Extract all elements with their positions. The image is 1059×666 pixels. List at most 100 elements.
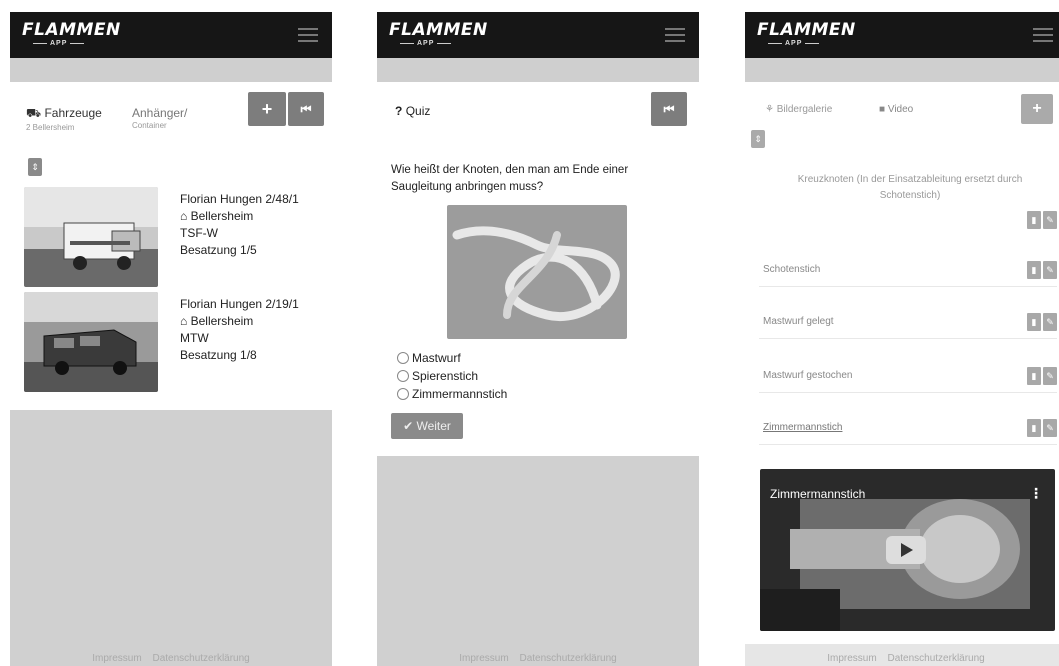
- answer-option[interactable]: Spierenstich: [397, 369, 478, 383]
- edit-icon[interactable]: ✎: [1043, 211, 1057, 229]
- vehicle-location: ⌂ Bellersheim: [180, 313, 299, 330]
- footer-link-imprint[interactable]: Impressum: [459, 653, 508, 664]
- app-logo-sub: APP: [30, 40, 87, 47]
- next-button-label: Weiter: [416, 419, 451, 433]
- knot-image: [447, 205, 627, 339]
- row-actions: ▮ ✎: [1025, 418, 1057, 437]
- list-item-label: Schotenstich: [763, 264, 821, 275]
- list-item[interactable]: Zimmermannstich ▮ ✎: [759, 414, 1057, 445]
- add-button[interactable]: +: [248, 92, 286, 126]
- truck-icon: ⛟: [26, 106, 42, 120]
- vehicle-type: MTW: [180, 331, 209, 345]
- back-button[interactable]: ⏮: [288, 92, 324, 126]
- trash-icon[interactable]: ▮: [1027, 367, 1041, 385]
- tab-vehicles-sublabel: 2 Bellersheim: [26, 123, 75, 132]
- radio-icon[interactable]: [397, 370, 409, 382]
- empty-area: [10, 410, 332, 666]
- vehicle-type: TSF-W: [180, 226, 218, 240]
- knot-description: Kreuzknoten (In der Einsatzableitung ers…: [797, 174, 1023, 201]
- app-logo: FLAMMEN: [22, 20, 121, 40]
- vehicle-name: Florian Hungen 2/48/1: [180, 192, 299, 206]
- tab-video[interactable]: ■ Video: [879, 104, 913, 115]
- edit-icon[interactable]: ✎: [1043, 367, 1057, 385]
- list-item[interactable]: Mastwurf gestochen ▮ ✎: [759, 362, 1057, 393]
- header-band: [10, 58, 332, 82]
- menu-icon[interactable]: [1033, 28, 1053, 42]
- footer-link-privacy[interactable]: Datenschutzerklärung: [152, 653, 249, 664]
- screen-knot-detail: FLAMMEN APP ⚘ Bildergalerie ■ Video + ⇕ …: [745, 12, 1059, 666]
- play-button[interactable]: [886, 536, 926, 564]
- footer: Impressum Datenschutzerklärung: [10, 653, 332, 664]
- vehicle-location-label: Bellersheim: [190, 209, 254, 223]
- question-icon: ?: [395, 104, 403, 118]
- footer-link-privacy[interactable]: Datenschutzerklärung: [887, 653, 984, 664]
- radio-icon[interactable]: [397, 388, 409, 400]
- tab-vehicles-label: Fahrzeuge: [44, 106, 102, 120]
- vehicle-crew: Besatzung 1/8: [180, 348, 257, 362]
- edit-icon[interactable]: ✎: [1043, 419, 1057, 437]
- answer-label: Spierenstich: [412, 369, 479, 383]
- next-button[interactable]: ✔ Weiter: [391, 413, 463, 439]
- home-icon: ⌂: [180, 314, 188, 328]
- row-actions: ▮ ✎: [1025, 210, 1057, 229]
- app-logo: FLAMMEN: [757, 20, 856, 40]
- footer-link-privacy[interactable]: Datenschutzerklärung: [519, 653, 616, 664]
- vehicle-location-label: Bellersheim: [190, 314, 254, 328]
- empty-area: [377, 456, 699, 666]
- video-player[interactable]: Zimmermannstich ⋮: [760, 469, 1055, 631]
- screen-quiz: FLAMMEN APP ? Quiz ⏮ Wie heißt der Knote…: [377, 12, 699, 666]
- radio-icon[interactable]: [397, 352, 409, 364]
- vehicle-crew: Besatzung 1/5: [180, 243, 257, 257]
- answer-option[interactable]: Mastwurf: [397, 351, 461, 365]
- answer-option[interactable]: Zimmermannstich: [397, 387, 507, 401]
- trash-icon[interactable]: ▮: [1027, 419, 1041, 437]
- home-icon: ⌂: [180, 209, 188, 223]
- app-logo-sub: APP: [397, 40, 454, 47]
- tab-trailers-sublabel: Container: [132, 121, 167, 130]
- app-header: FLAMMEN APP: [10, 12, 332, 58]
- row-actions: ▮ ✎: [1025, 260, 1057, 279]
- list-item[interactable]: Mastwurf gelegt ▮ ✎: [759, 308, 1057, 339]
- video-title: Zimmermannstich: [770, 487, 866, 501]
- trash-icon[interactable]: ▮: [1027, 211, 1041, 229]
- play-icon: [901, 543, 913, 557]
- menu-icon[interactable]: [665, 28, 685, 42]
- footer-link-imprint[interactable]: Impressum: [827, 653, 876, 664]
- row-actions: ▮ ✎: [1025, 312, 1057, 331]
- vehicle-info: Florian Hungen 2/48/1 ⌂ Bellersheim TSF-…: [180, 191, 299, 259]
- sort-toggle-button[interactable]: ⇕: [28, 158, 42, 176]
- back-button[interactable]: ⏮: [651, 92, 687, 126]
- header-band: [377, 58, 699, 82]
- more-options-icon[interactable]: ⋮: [1029, 485, 1043, 502]
- video-camera-icon: ■: [879, 104, 886, 115]
- vehicle-item[interactable]: Florian Hungen 2/48/1 ⌂ Bellersheim TSF-…: [24, 187, 324, 289]
- header-band: [745, 58, 1059, 82]
- users-icon: ⚘: [765, 104, 774, 115]
- answer-label: Zimmermannstich: [412, 387, 508, 401]
- sort-toggle-button[interactable]: ⇕: [751, 130, 765, 148]
- app-logo: FLAMMEN: [389, 20, 488, 40]
- vehicle-photo: [24, 292, 158, 392]
- answer-label: Mastwurf: [412, 351, 461, 365]
- vehicle-item[interactable]: Florian Hungen 2/19/1 ⌂ Bellersheim MTW …: [24, 292, 324, 394]
- trash-icon[interactable]: ▮: [1027, 261, 1041, 279]
- edit-icon[interactable]: ✎: [1043, 313, 1057, 331]
- tab-gallery[interactable]: ⚘ Bildergalerie: [765, 104, 832, 115]
- list-item[interactable]: Schotenstich ▮ ✎: [759, 256, 1057, 287]
- tab-gallery-label: Bildergalerie: [776, 104, 833, 115]
- tab-video-label: Video: [887, 104, 914, 115]
- checkmark-icon: ✔: [403, 419, 414, 433]
- edit-icon[interactable]: ✎: [1043, 261, 1057, 279]
- trash-icon[interactable]: ▮: [1027, 313, 1041, 331]
- list-item-label: Mastwurf gelegt: [763, 316, 834, 327]
- list-item-label[interactable]: Zimmermannstich: [763, 422, 842, 433]
- quiz-question: Wie heißt der Knoten, den man am Ende ei…: [391, 164, 629, 193]
- tab-vehicles[interactable]: ⛟ Fahrzeuge 2 Bellersheim: [26, 106, 102, 132]
- menu-icon[interactable]: [298, 28, 318, 42]
- tab-trailers[interactable]: Anhänger/ Container: [132, 106, 187, 130]
- vehicle-photo: [24, 187, 158, 287]
- footer-link-imprint[interactable]: Impressum: [92, 653, 141, 664]
- add-button[interactable]: +: [1021, 94, 1053, 124]
- vehicle-name: Florian Hungen 2/19/1: [180, 297, 299, 311]
- row-actions: ▮ ✎: [1025, 366, 1057, 385]
